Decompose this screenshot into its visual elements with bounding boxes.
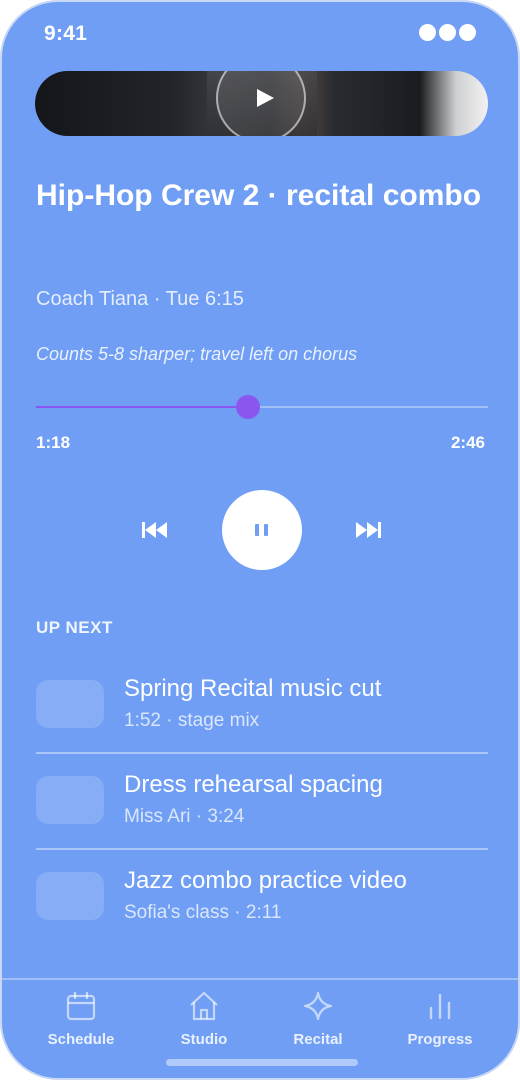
list-item[interactable]: Dress rehearsal spacing Miss Ari · 3:24 [36, 754, 488, 850]
list-item-subtitle: 1:52 · stage mix [124, 710, 260, 731]
tab-schedule[interactable]: Schedule [21, 980, 141, 1060]
skip-forward-button[interactable] [352, 518, 384, 542]
tab-label: Studio [180, 1031, 228, 1048]
pause-icon [255, 524, 269, 536]
skip-back-icon [142, 522, 167, 538]
list-item-subtitle: Sofia's class · 2:11 [124, 902, 282, 923]
scrubber-handle[interactable] [236, 395, 261, 419]
total-duration: 2:46 [450, 433, 485, 452]
tab-recital[interactable]: Recital [258, 980, 378, 1060]
tab-studio[interactable]: Studio [144, 980, 264, 1060]
phone-screen: 9:41 Hip-Hop Crew 2 · recital combo Coac… [0, 0, 520, 1080]
tab-label: Recital [293, 1031, 343, 1048]
lesson-title: Hip-Hop Crew 2 · recital combo [36, 179, 482, 212]
pause-button[interactable] [222, 490, 302, 570]
thumbnail [36, 680, 104, 728]
list-item-title: Dress rehearsal spacing [124, 771, 383, 798]
home-indicator [166, 1059, 358, 1066]
list-item-title: Spring Recital music cut [124, 675, 382, 702]
up-next-heading: UP NEXT [36, 618, 113, 637]
skip-forward-icon [356, 522, 381, 538]
bar-chart-icon [429, 993, 451, 1020]
thumbnail [36, 776, 104, 824]
thumbnail [36, 872, 104, 920]
lesson-note: Counts 5-8 sharper; travel left on choru… [36, 344, 358, 364]
lesson-meta: Coach Tiana · Tue 6:15 [36, 288, 244, 310]
status-dots-icon [419, 24, 476, 41]
skip-back-button[interactable] [139, 518, 171, 542]
tab-progress[interactable]: Progress [380, 980, 500, 1060]
list-item-subtitle: Miss Ari · 3:24 [124, 806, 245, 827]
status-time: 9:41 [44, 22, 88, 45]
elapsed-time: 1:18 [36, 433, 71, 452]
calendar-icon [66, 992, 96, 1021]
up-next-list: Spring Recital music cut 1:52 · stage mi… [36, 658, 488, 946]
progress-scrubber[interactable] [36, 395, 488, 419]
tab-label: Progress [407, 1031, 473, 1048]
tab-label: Schedule [47, 1031, 115, 1048]
list-item[interactable]: Spring Recital music cut 1:52 · stage mi… [36, 658, 488, 754]
list-item[interactable]: Jazz combo practice video Sofia's class … [36, 850, 488, 946]
list-item-title: Jazz combo practice video [124, 867, 407, 894]
progress-fill [36, 406, 249, 408]
video-preview[interactable] [35, 71, 488, 136]
home-icon [190, 991, 218, 1021]
play-icon [257, 89, 274, 107]
sparkle-icon [303, 991, 333, 1021]
